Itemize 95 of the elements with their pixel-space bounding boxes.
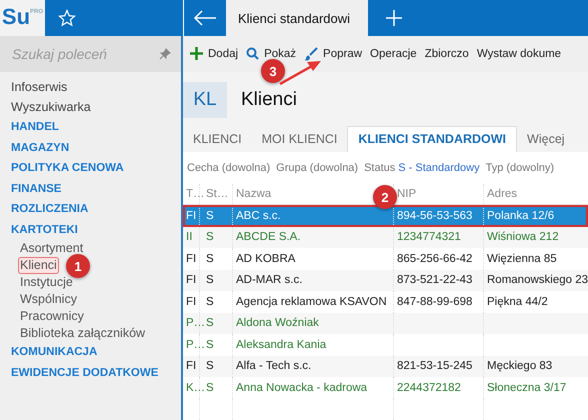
table-cell: Aldona Woźniak <box>236 317 319 330</box>
table-cell: S <box>206 382 214 394</box>
nav-item[interactable]: KARTOTEKI <box>9 220 80 240</box>
column-header[interactable]: Adres <box>487 188 518 200</box>
search-icon <box>246 47 260 60</box>
table-cell: S <box>206 210 214 222</box>
app-logo: Su$^{PRO}$ <box>0 0 45 36</box>
nav-item[interactable]: Infoserwis <box>9 77 70 97</box>
search-toolbar-button[interactable]: Pokaż <box>242 47 300 60</box>
column-header[interactable]: Nazwa <box>236 188 272 200</box>
plus-icon <box>190 47 203 60</box>
document-tab[interactable]: Klienci standardowi <box>226 0 368 36</box>
table-cell: S <box>206 274 214 286</box>
table-cell: 821-53-15-245 <box>397 360 472 372</box>
column-header[interactable]: T… <box>186 188 205 200</box>
toolbar-button[interactable]: Zbiorczo <box>420 48 473 60</box>
filter-button[interactable]: Status S - Standardowy <box>361 162 483 174</box>
column-header[interactable]: St… <box>206 188 228 200</box>
table-cell: AD-MAR s.c. <box>236 274 302 286</box>
callout-arrow <box>278 58 322 86</box>
table-cell: Męckiego 83 <box>487 360 552 372</box>
table-cell: S <box>206 231 214 244</box>
toolbar-button[interactable]: Wystaw dokume <box>472 48 566 60</box>
filter-button[interactable]: Grupa (dowolna) <box>273 162 362 174</box>
toolbar-button[interactable]: Operacje <box>366 48 421 60</box>
tab[interactable]: Więcej <box>517 126 575 152</box>
nav-item[interactable]: POLITYKA CENOWA <box>9 158 126 178</box>
filter-button[interactable]: Cecha (dowolna) <box>184 162 274 174</box>
nav-item[interactable]: EWIDENCJE DODATKOWE <box>9 362 160 383</box>
star-icon[interactable] <box>58 9 76 27</box>
nav-item[interactable]: Wyszukiwarka <box>9 97 93 117</box>
table-cell: P… <box>186 338 206 351</box>
table-cell: Piękna 44/2 <box>487 296 548 308</box>
table-cell: FI <box>186 274 196 286</box>
table-row[interactable]: FI S ABC s.c. 894-56-53-563 Polanka 12/6 <box>183 205 588 226</box>
table-cell: 865-256-66-42 <box>397 252 472 265</box>
table-cell: K… <box>186 382 206 394</box>
table-cell: S <box>206 360 214 372</box>
table-row[interactable]: K…S Anna Nowacka - kadrowa 2244372182 Słoneczna 3/17 <box>183 377 588 398</box>
module-badge: KL <box>183 82 227 118</box>
add-tab-icon[interactable] <box>386 10 402 26</box>
nav-item[interactable]: Biblioteka załączników <box>18 325 148 342</box>
nav-item[interactable]: ROZLICZENIA <box>9 199 90 220</box>
tab[interactable]: KLIENCI <box>183 126 252 152</box>
table-cell: ABCDE S.A. <box>236 231 301 244</box>
table-cell: S <box>206 317 214 330</box>
pin-icon[interactable] <box>159 48 171 60</box>
table-cell: FI <box>186 296 196 308</box>
table-cell: 894-56-53-563 <box>397 210 472 222</box>
table-cell: S <box>206 296 214 308</box>
table-cell: ABC s.c. <box>236 210 281 222</box>
table-cell: AD KOBRA <box>236 252 296 265</box>
table-cell: Aleksandra Kania <box>236 338 326 351</box>
nav-item[interactable]: Wspólnicy <box>18 291 79 308</box>
table-cell: FI <box>186 360 196 372</box>
search-field[interactable]: Szukaj poleceń <box>10 45 159 63</box>
nav-item[interactable]: MAGAZYN <box>9 138 72 158</box>
table-cell: 847-88-99-698 <box>397 296 472 308</box>
table-cell: II <box>186 231 192 244</box>
table-row[interactable]: FI S Alfa - Tech s.c. 821-53-15-245 Męckiego 83 <box>183 356 588 377</box>
table-cell: S <box>206 252 214 265</box>
table-cell: P… <box>186 317 206 330</box>
nav-item[interactable]: Pracownicy <box>18 308 86 325</box>
table-cell: 2244372182 <box>397 382 461 394</box>
tab[interactable]: MOI KLIENCI <box>252 126 348 152</box>
nav-item[interactable]: FINANSE <box>9 178 64 199</box>
search-bar[interactable]: Szukaj poleceń <box>0 36 181 72</box>
plus-toolbar-button[interactable]: Dodaj <box>186 47 242 60</box>
table-cell: Więzienna 85 <box>487 252 557 265</box>
filter-button[interactable]: Typ (dowolny) <box>482 162 558 174</box>
table-cell: Romanowskiego 23 <box>487 274 588 286</box>
table-cell: Polanka 12/6 <box>487 210 554 222</box>
table-cell: 1234774321 <box>397 231 461 244</box>
table-cell: S <box>206 338 214 351</box>
nav-item[interactable]: HANDEL <box>9 117 61 138</box>
nav-item[interactable]: Klienci <box>18 257 59 274</box>
back-arrow-icon <box>193 10 217 26</box>
brush-icon <box>304 46 318 61</box>
table-cell: FI <box>186 252 196 265</box>
table-cell: Słoneczna 3/17 <box>487 382 566 394</box>
table-row[interactable]: FI S AD-MAR s.c. 873-521-22-43 Romanowskiego 23 <box>183 270 588 291</box>
table-row[interactable]: P…S Aldona Woźniak <box>183 312 588 334</box>
page-title: Klienci <box>241 88 297 111</box>
tab[interactable]: KLIENCI STANDARDOWI <box>347 126 518 152</box>
table-cell: 873-521-22-43 <box>397 274 472 286</box>
table-cell: Alfa - Tech s.c. <box>236 360 312 372</box>
nav-item[interactable]: Asortyment <box>18 240 86 257</box>
nav-item[interactable]: KOMUNIKACJA <box>9 342 100 362</box>
table-cell: Anna Nowacka - kadrowa <box>236 382 368 394</box>
table-cell: Wiśniowa 212 <box>487 231 559 244</box>
table-cell: FI <box>186 210 196 222</box>
table-row[interactable]: II S ABCDE S.A. 1234774321 Wiśniowa 212 <box>183 226 588 248</box>
table-cell: Agencja reklamowa KSAVON <box>236 296 387 308</box>
column-header[interactable]: NIP <box>397 188 416 200</box>
brush-toolbar-button[interactable]: Popraw <box>300 46 366 61</box>
